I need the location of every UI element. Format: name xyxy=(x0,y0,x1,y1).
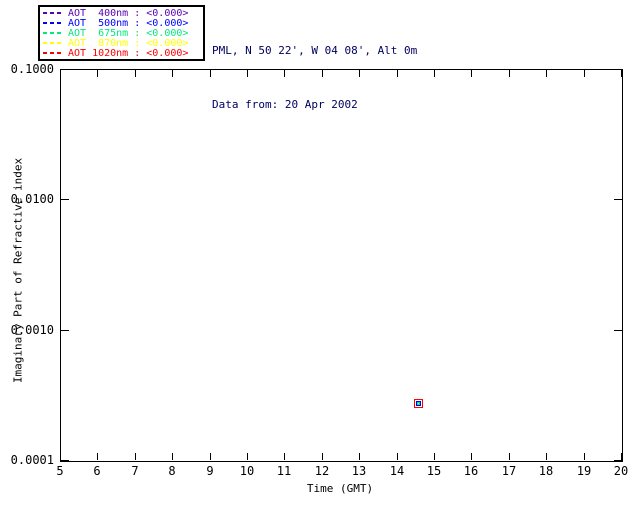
legend-dash-line xyxy=(43,32,64,34)
header-site-line: PML, N 50 22', W 04 08', Alt 0m xyxy=(212,44,418,57)
x-tick-label: 13 xyxy=(351,464,367,478)
x-tick-major xyxy=(247,453,248,460)
legend-dash-line xyxy=(43,12,64,14)
legend-item: AOT 870nm : <0.000> xyxy=(43,38,200,49)
x-tick-major xyxy=(284,453,285,460)
x-tick-label: 19 xyxy=(576,464,592,478)
legend-item: AOT 500nm : <0.000> xyxy=(43,18,200,29)
legend-item: AOT 400nm : <0.000> xyxy=(43,8,200,19)
x-tick-label: 11 xyxy=(276,464,292,478)
x-tick-major-top xyxy=(621,70,622,77)
x-tick-major xyxy=(97,453,98,460)
x-tick-major xyxy=(60,453,61,460)
x-tick-label: 7 xyxy=(131,464,139,478)
x-tick-label: 8 xyxy=(168,464,176,478)
x-tick-major xyxy=(471,453,472,460)
x-tick-major xyxy=(621,453,622,460)
legend-item: AOT 1020nm : <0.000> xyxy=(43,47,200,59)
plot-frame xyxy=(60,69,623,462)
data-point-marker xyxy=(414,393,424,408)
y-tick-label: 0.0001 xyxy=(10,453,54,467)
legend-item-label: AOT 1020nm : <0.000> xyxy=(68,47,189,59)
x-tick-label: 14 xyxy=(389,464,405,478)
x-tick-major-top xyxy=(322,70,323,77)
x-tick-label: 16 xyxy=(463,464,479,478)
x-tick-major xyxy=(434,453,435,460)
x-tick-label: 5 xyxy=(56,464,64,478)
x-tick-label: 18 xyxy=(538,464,554,478)
x-tick-major xyxy=(584,453,585,460)
x-tick-label: 20 xyxy=(613,464,629,478)
y-tick-major xyxy=(61,69,69,70)
x-tick-major-top xyxy=(509,70,510,77)
x-tick-major xyxy=(359,453,360,460)
y-tick-major-right xyxy=(614,460,622,461)
legend-dash-line xyxy=(43,42,64,44)
x-tick-major xyxy=(509,453,510,460)
y-tick-major-right xyxy=(614,199,622,200)
x-tick-major-top xyxy=(135,70,136,77)
x-tick-major xyxy=(135,453,136,460)
x-tick-label: 17 xyxy=(501,464,517,478)
y-tick-label: 0.0010 xyxy=(10,323,54,337)
y-tick-major-right xyxy=(614,69,622,70)
legend-item: AOT 675nm : <0.000> xyxy=(43,28,200,39)
x-tick-label: 9 xyxy=(206,464,214,478)
x-tick-major-top xyxy=(210,70,211,77)
x-tick-label: 6 xyxy=(93,464,101,478)
x-tick-label: 10 xyxy=(239,464,255,478)
legend-dash-line xyxy=(43,22,64,24)
x-axis-title: Time (GMT) xyxy=(306,482,374,495)
x-tick-major xyxy=(172,453,173,460)
y-tick-label: 0.0100 xyxy=(10,192,54,206)
y-tick-label: 0.1000 xyxy=(10,62,54,76)
x-tick-major-top xyxy=(97,70,98,77)
x-tick-major-top xyxy=(284,70,285,77)
legend-dash-line xyxy=(43,52,64,54)
x-tick-label: 12 xyxy=(314,464,330,478)
x-tick-major xyxy=(322,453,323,460)
x-tick-major-top xyxy=(546,70,547,77)
x-tick-major-top xyxy=(172,70,173,77)
x-tick-major xyxy=(546,453,547,460)
y-tick-major xyxy=(61,199,69,200)
x-tick-major xyxy=(210,453,211,460)
x-tick-major-top xyxy=(359,70,360,77)
x-tick-major-top xyxy=(471,70,472,77)
y-tick-major xyxy=(61,460,69,461)
y-axis-title: Imaginary Part of Refractive index xyxy=(11,157,25,384)
y-tick-major-right xyxy=(614,330,622,331)
legend-box: AOT 400nm : <0.000> AOT 500nm : <0.000> AO… xyxy=(38,5,205,61)
x-tick-major-top xyxy=(584,70,585,77)
y-tick-major xyxy=(61,330,69,331)
x-tick-major-top xyxy=(397,70,398,77)
x-tick-major-top xyxy=(434,70,435,77)
x-tick-major xyxy=(397,453,398,460)
x-tick-major-top xyxy=(247,70,248,77)
x-tick-major-top xyxy=(60,70,61,77)
x-tick-label: 15 xyxy=(426,464,442,478)
